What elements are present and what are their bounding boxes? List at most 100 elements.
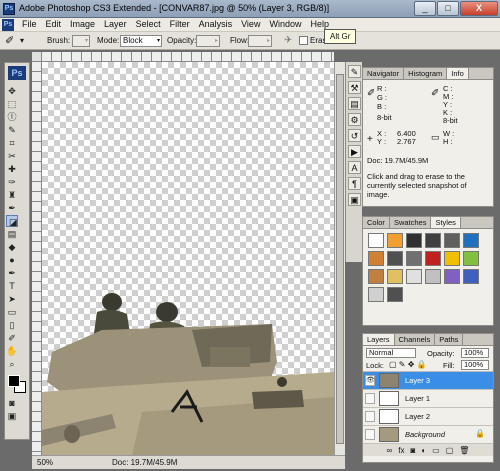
healing-icon[interactable]: ✚ [6, 163, 18, 175]
path-select-icon[interactable]: ➤ [6, 293, 18, 305]
tab-navigator[interactable]: Navigator [363, 68, 405, 79]
scroll-thumb[interactable] [336, 74, 344, 444]
maximize-button[interactable]: □ [437, 1, 459, 16]
style-swatch[interactable] [463, 233, 479, 248]
style-swatch[interactable] [387, 269, 403, 284]
style-swatch[interactable] [406, 251, 422, 266]
stamp-icon[interactable]: ♜ [6, 189, 18, 201]
visibility-eye-icon[interactable] [365, 411, 375, 422]
pen-icon[interactable]: ✒ [6, 267, 18, 279]
navigator-mini-icon[interactable]: ▣ [348, 193, 361, 206]
style-swatch[interactable] [368, 233, 384, 248]
mask-icon[interactable]: ◙ [410, 446, 415, 455]
visibility-eye-icon[interactable] [365, 429, 375, 440]
adjustment-icon[interactable]: ◐ [421, 446, 426, 455]
screen-mode-icon[interactable]: ▣ [6, 410, 18, 422]
style-swatch[interactable] [425, 233, 441, 248]
history-brush-icon[interactable]: ✒ [6, 202, 18, 214]
type-icon[interactable]: T [6, 280, 18, 292]
visibility-eye-icon[interactable]: 👁 [365, 375, 375, 386]
layer-row-layer-1[interactable]: Layer 1 [363, 390, 493, 408]
flow-field[interactable]: ▸ [248, 35, 272, 47]
zoom-icon[interactable]: ⌕ [6, 358, 18, 370]
paragraph-icon[interactable]: ¶ [348, 177, 361, 190]
shape-icon[interactable]: ▭ [6, 306, 18, 318]
style-swatch[interactable] [425, 269, 441, 284]
tab-info[interactable]: Info [447, 68, 469, 79]
eyedropper-icon[interactable]: ✐ [6, 332, 18, 344]
eraser-preset-icon[interactable]: ✐ [5, 34, 14, 47]
style-swatch[interactable] [368, 269, 384, 284]
actions-icon[interactable]: ▶ [348, 145, 361, 158]
menu-layer[interactable]: Layer [104, 19, 127, 29]
airbrush-icon[interactable]: ✈ [284, 35, 292, 46]
app-menu-icon[interactable]: Ps [2, 19, 14, 31]
style-swatch[interactable] [387, 233, 403, 248]
layer-opacity-field[interactable]: 100% [461, 348, 489, 358]
horizontal-ruler[interactable] [42, 52, 334, 62]
minimize-button[interactable]: _ [414, 1, 436, 16]
lasso-icon[interactable]: ⓛ [6, 111, 18, 123]
zoom-level[interactable]: 50% [37, 458, 53, 467]
blur-icon[interactable]: ◆ [6, 241, 18, 253]
menu-file[interactable]: File [22, 19, 37, 29]
marquee-icon[interactable]: ⬚ [6, 98, 18, 110]
opacity-field[interactable]: ▸ [196, 35, 220, 47]
style-swatch[interactable] [463, 251, 479, 266]
trash-icon[interactable]: 🗑 [459, 446, 469, 455]
folder-icon[interactable]: ▭ [432, 446, 440, 455]
history-icon[interactable]: ↺ [348, 129, 361, 142]
brushes-icon[interactable]: ✎ [348, 65, 361, 78]
vertical-scrollbar[interactable] [334, 62, 345, 455]
menu-view[interactable]: View [241, 19, 260, 29]
menu-image[interactable]: Image [70, 19, 95, 29]
tab-layers[interactable]: Layers [363, 334, 395, 345]
style-swatch[interactable] [406, 233, 422, 248]
tab-swatches[interactable]: Swatches [390, 217, 432, 228]
move-icon[interactable]: ✥ [6, 85, 18, 97]
style-swatch[interactable] [444, 269, 460, 284]
menu-analysis[interactable]: Analysis [199, 19, 233, 29]
eraser-icon[interactable]: ◪ [6, 215, 18, 227]
close-button[interactable]: X [460, 1, 498, 16]
menu-help[interactable]: Help [310, 19, 329, 29]
tab-paths[interactable]: Paths [435, 334, 464, 345]
character-icon[interactable]: A [348, 161, 361, 174]
menu-edit[interactable]: Edit [46, 19, 62, 29]
tab-color[interactable]: Color [363, 217, 390, 228]
layer-row-layer-2[interactable]: Layer 2 [363, 408, 493, 426]
style-swatch[interactable] [387, 251, 403, 266]
mode-select[interactable]: Block ▾ [120, 35, 162, 47]
layer-comps-icon[interactable]: ▤ [348, 97, 361, 110]
style-swatch[interactable] [406, 269, 422, 284]
document-canvas[interactable] [42, 62, 334, 455]
notes-icon[interactable]: ▯ [6, 319, 18, 331]
tab-styles[interactable]: Styles [431, 217, 461, 228]
blend-mode-select[interactable]: Normal [366, 348, 416, 358]
visibility-eye-icon[interactable] [365, 393, 375, 404]
hand-icon[interactable]: ✋ [6, 345, 18, 357]
brush-picker[interactable]: ▾ [72, 35, 90, 47]
tool-presets-icon[interactable]: ⚒ [348, 81, 361, 94]
style-swatch[interactable] [368, 287, 384, 302]
tab-channels[interactable]: Channels [395, 334, 436, 345]
foreground-color-swatch[interactable] [8, 375, 20, 387]
new-layer-icon[interactable]: ▢ [446, 446, 454, 455]
style-swatch[interactable] [368, 251, 384, 266]
style-swatch[interactable] [463, 269, 479, 284]
menu-window[interactable]: Window [269, 19, 301, 29]
crop-icon[interactable]: ⌗ [6, 137, 18, 149]
menu-select[interactable]: Select [136, 19, 161, 29]
fx-icon[interactable]: fx [398, 446, 404, 455]
style-swatch[interactable] [387, 287, 403, 302]
style-swatch[interactable] [425, 251, 441, 266]
quick-mask-icon[interactable]: ◙ [6, 397, 18, 409]
layer-row-background[interactable]: Background 🔒 [363, 426, 493, 444]
fill-field[interactable]: 100% [461, 360, 489, 370]
gradient-icon[interactable]: ▤ [6, 228, 18, 240]
clone-source-icon[interactable]: ⚙ [348, 113, 361, 126]
tab-histogram[interactable]: Histogram [404, 68, 448, 79]
erase-to-history-checkbox[interactable] [299, 36, 308, 45]
preset-arrow-icon[interactable]: ▾ [20, 36, 24, 45]
dodge-icon[interactable]: ● [6, 254, 18, 266]
